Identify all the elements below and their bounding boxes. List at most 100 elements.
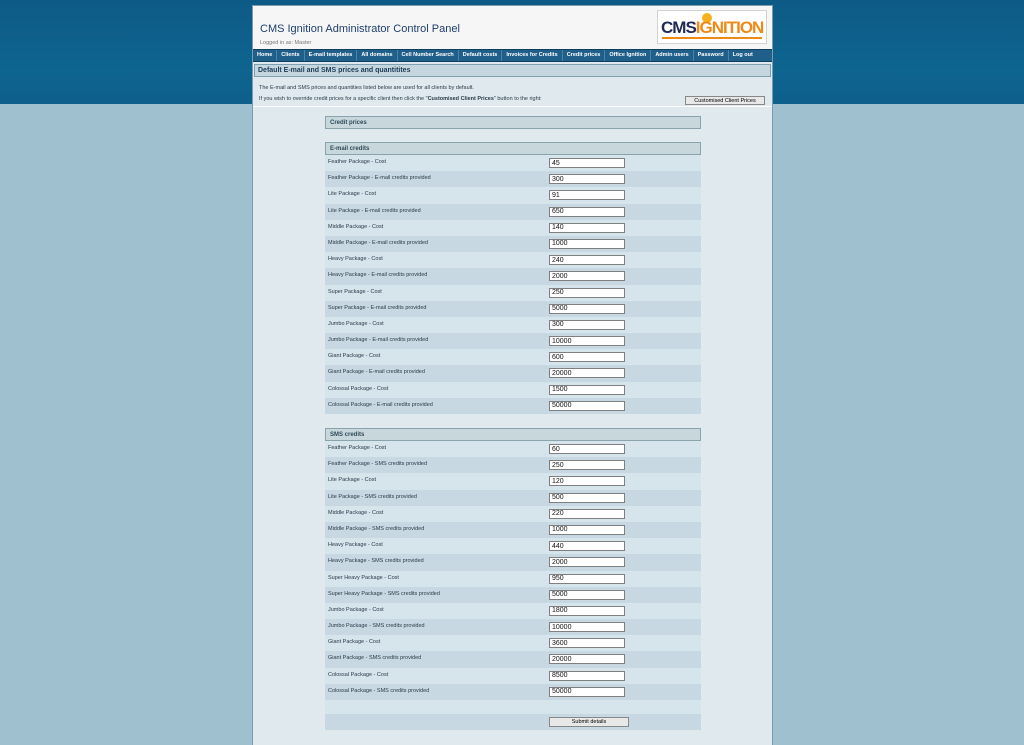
nav-item-office-ignition[interactable]: Office Ignition — [605, 50, 652, 61]
email-row-label: Heavy Package - Cost — [328, 256, 383, 263]
email-row: Giant Package - E-mail credits provided — [325, 365, 701, 382]
sms-row: Middle Package - Cost — [325, 505, 701, 522]
sms-value-input[interactable] — [549, 541, 625, 552]
sms-row: Giant Package - Cost — [325, 635, 701, 652]
email-value-input[interactable] — [549, 238, 625, 249]
email-value-input[interactable] — [549, 336, 625, 347]
email-row-label: Middle Package - E-mail credits provided — [328, 239, 428, 246]
sms-row: Super Heavy Package - Cost — [325, 570, 701, 587]
sms-value-input[interactable] — [549, 605, 625, 616]
email-value-input[interactable] — [549, 190, 625, 201]
sms-row-label: Giant Package - SMS credits provided — [328, 655, 422, 662]
sms-row-label: Jumbo Package - Cost — [328, 606, 384, 613]
customised-client-prices-button[interactable]: Customised Client Prices — [685, 96, 765, 105]
email-row: Middle Package - Cost — [325, 219, 701, 236]
sms-value-input[interactable] — [549, 557, 625, 568]
email-value-input[interactable] — [549, 319, 625, 330]
sms-value-input[interactable] — [549, 654, 625, 665]
email-value-input[interactable] — [549, 222, 625, 233]
email-row: Feather Package - Cost — [325, 155, 701, 172]
nav-item-log-out[interactable]: Log out — [729, 50, 757, 61]
sms-value-input[interactable] — [549, 686, 625, 697]
submit-details-button[interactable]: Submit details — [549, 717, 629, 727]
email-value-input[interactable] — [549, 271, 625, 282]
intro-line-2-suffix: " button to the right: — [493, 96, 542, 102]
email-row: Super Package - E-mail credits provided — [325, 300, 701, 317]
email-row-label: Feather Package - E-mail credits provide… — [328, 175, 431, 182]
sms-value-input[interactable] — [549, 573, 625, 584]
email-value-input[interactable] — [549, 206, 625, 217]
cms-ignition-logo: CMSIGNITION — [657, 10, 767, 44]
sms-value-input[interactable] — [549, 524, 625, 535]
sms-row: Colossal Package - Cost — [325, 667, 701, 684]
sms-row-label: Super Heavy Package - SMS credits provid… — [328, 590, 440, 597]
email-row-label: Giant Package - E-mail credits provided — [328, 369, 425, 376]
sms-value-input[interactable] — [549, 492, 625, 503]
sms-row-label: Middle Package - Cost — [328, 509, 384, 516]
sms-row: Jumbo Package - Cost — [325, 602, 701, 620]
email-row: Middle Package - E-mail credits provided — [325, 235, 701, 253]
sms-value-input[interactable] — [549, 460, 625, 471]
sms-value-input[interactable] — [549, 589, 625, 600]
app-title: CMS Ignition Administrator Control Panel — [260, 23, 460, 35]
email-value-input[interactable] — [549, 174, 625, 185]
email-value-input[interactable] — [549, 158, 625, 168]
sms-row: Feather Package - Cost — [325, 441, 701, 458]
sms-value-input[interactable] — [549, 622, 625, 633]
email-row-label: Giant Package - Cost — [328, 353, 381, 360]
email-row-label: Super Package - Cost — [328, 288, 382, 295]
email-value-input[interactable] — [549, 303, 625, 314]
sms-value-input[interactable] — [549, 670, 625, 681]
submit-row: Submit details — [325, 714, 701, 730]
nav-item-password[interactable]: Password — [694, 50, 729, 61]
email-value-input[interactable] — [549, 352, 625, 363]
credit-prices-form: Credit prices E-mail credits Feather Pac… — [325, 116, 701, 730]
sms-value-input[interactable] — [549, 638, 625, 649]
email-value-input[interactable] — [549, 368, 625, 379]
nav-item-all-domains[interactable]: All domains — [357, 50, 398, 61]
email-row: Jumbo Package - Cost — [325, 316, 701, 334]
email-value-input[interactable] — [549, 384, 625, 395]
sms-row-label: Lite Package - Cost — [328, 477, 376, 484]
nav-item-invoices-for-credits[interactable]: Invoices for Credits — [502, 50, 563, 61]
email-row: Heavy Package - E-mail credits provided — [325, 268, 701, 285]
email-row-label: Colossal Package - Cost — [328, 385, 389, 392]
email-row: Colossal Package - Cost — [325, 381, 701, 398]
nav-item-admin-users[interactable]: Admin users — [651, 50, 694, 61]
email-row: Jumbo Package - E-mail credits provided — [325, 333, 701, 350]
sms-row: Colossal Package - SMS credits provided — [325, 683, 701, 700]
credit-prices-heading: Credit prices — [325, 116, 701, 129]
sms-row: Super Heavy Package - SMS credits provid… — [325, 586, 701, 603]
email-row-label: Jumbo Package - E-mail credits provided — [328, 337, 429, 344]
sms-row-label: Super Heavy Package - Cost — [328, 574, 399, 581]
email-credits-rows: Feather Package - Cost Feather Package - … — [325, 155, 701, 414]
nav-item-clients[interactable]: Clients — [277, 50, 305, 61]
sms-row: Jumbo Package - SMS credits provided — [325, 619, 701, 636]
email-value-input[interactable] — [549, 287, 625, 298]
logo-text-left: CMS — [661, 18, 697, 37]
sms-row: Heavy Package - Cost — [325, 538, 701, 555]
spacer-row — [325, 700, 701, 714]
sms-row-label: Giant Package - Cost — [328, 639, 381, 646]
sms-row: Heavy Package - SMS credits provided — [325, 554, 701, 571]
sms-row: Lite Package - SMS credits provided — [325, 489, 701, 506]
sms-value-input[interactable] — [549, 508, 625, 519]
sms-row-label: Feather Package - SMS credits provided — [328, 461, 428, 468]
intro-line-2-bold: Customised Client Prices — [427, 96, 494, 102]
sms-value-input[interactable] — [549, 476, 625, 487]
nav-item-credit-prices[interactable]: Credit prices — [563, 50, 606, 61]
email-row: Heavy Package - Cost — [325, 252, 701, 269]
logged-in-text: Logged in as: Master — [260, 40, 312, 46]
email-row: Feather Package - E-mail credits provide… — [325, 171, 701, 188]
nav-item-home[interactable]: Home — [253, 50, 278, 61]
email-row-label: Jumbo Package - Cost — [328, 320, 384, 327]
logo-text-right: IGNITION — [695, 18, 765, 37]
nav-item-cell-number-search[interactable]: Cell Number Search — [398, 50, 459, 61]
email-value-input[interactable] — [549, 255, 625, 266]
email-value-input[interactable] — [549, 400, 625, 411]
nav-item-e-mail-templates[interactable]: E-mail templates — [305, 50, 358, 61]
logo-underline — [662, 37, 762, 39]
nav-item-default-costs[interactable]: Default costs — [459, 50, 503, 61]
email-row-label: Lite Package - E-mail credits provided — [328, 207, 421, 214]
sms-value-input[interactable] — [549, 444, 625, 454]
